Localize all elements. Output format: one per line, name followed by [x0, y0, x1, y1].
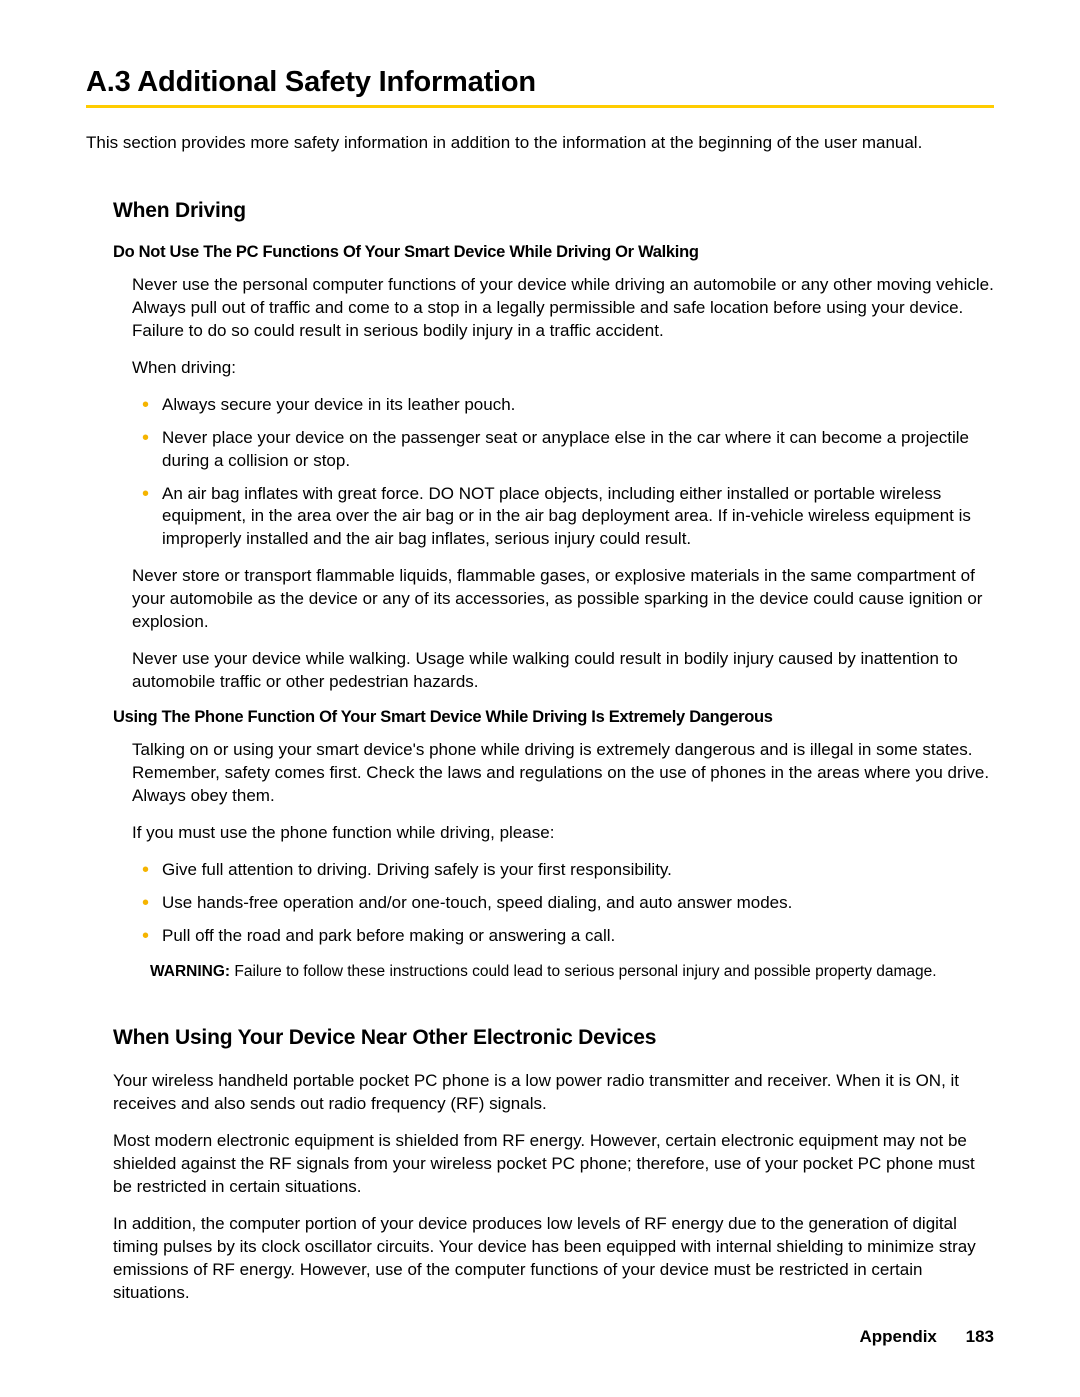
body-paragraph: Never use your device while walking. Usa… [132, 648, 994, 694]
footer-page-number: 183 [966, 1327, 994, 1346]
list-item: Give full attention to driving. Driving … [132, 859, 994, 882]
bullet-list: Always secure your device in its leather… [132, 394, 994, 552]
bullet-list: Give full attention to driving. Driving … [132, 859, 994, 948]
body-paragraph: If you must use the phone function while… [132, 822, 994, 845]
intro-paragraph: This section provides more safety inform… [86, 132, 994, 155]
warning-label: WARNING: [150, 963, 230, 980]
subheading-pc-functions: Do Not Use The PC Functions Of Your Smar… [113, 243, 994, 262]
body-paragraph: Never store or transport flammable liqui… [132, 565, 994, 634]
section-heading-electronic-devices: When Using Your Device Near Other Electr… [113, 1026, 994, 1050]
body-paragraph: Most modern electronic equipment is shie… [113, 1130, 994, 1199]
body-paragraph: When driving: [132, 357, 994, 380]
subheading-phone-function: Using The Phone Function Of Your Smart D… [113, 708, 994, 727]
body-paragraph: Never use the personal computer function… [132, 274, 994, 343]
list-item: Never place your device on the passenger… [132, 427, 994, 473]
body-paragraph: Your wireless handheld portable pocket P… [113, 1070, 994, 1116]
warning-note: WARNING: Failure to follow these instruc… [150, 962, 994, 983]
list-item: Always secure your device in its leather… [132, 394, 994, 417]
section-heading-when-driving: When Driving [113, 199, 994, 223]
list-item: Use hands-free operation and/or one-touc… [132, 892, 994, 915]
list-item: An air bag inflates with great force. DO… [132, 483, 994, 552]
body-paragraph: Talking on or using your smart device's … [132, 739, 994, 808]
footer-section-label: Appendix [859, 1327, 936, 1346]
page-title: A.3 Additional Safety Information [86, 66, 994, 108]
warning-text: Failure to follow these instructions cou… [230, 963, 937, 980]
page-footer: Appendix 183 [859, 1327, 994, 1347]
list-item: Pull off the road and park before making… [132, 925, 994, 948]
body-paragraph: In addition, the computer portion of you… [113, 1213, 994, 1305]
